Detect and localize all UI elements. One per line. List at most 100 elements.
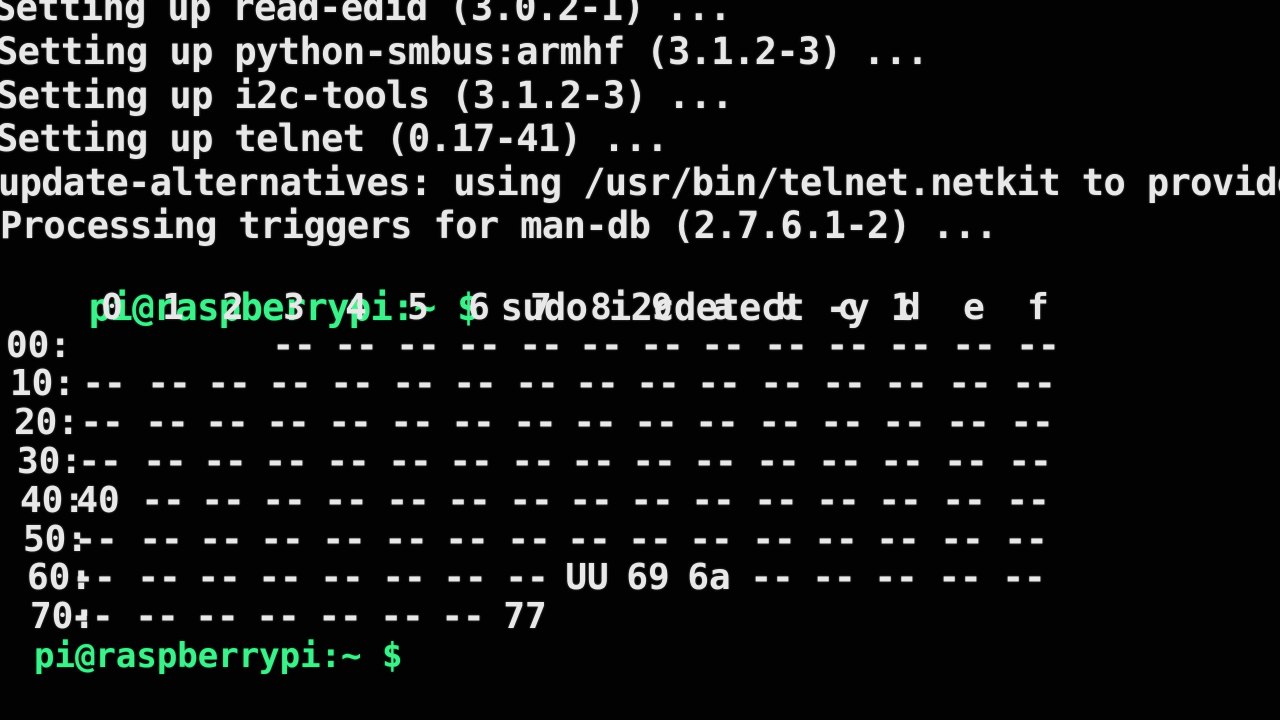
terminal-screen[interactable]: Setting up read-edid (3.0.2-1) ... Setti… [0,0,1280,720]
output-line: Processing triggers for man-db (2.7.6.1-… [0,204,998,247]
address-cell: -- [695,402,739,443]
address-cell: -- [268,363,312,404]
address-cell: -- [942,480,986,521]
address-cell: -- [818,441,862,482]
address-cell: -- [143,441,187,482]
output-line: update-alternatives: using /usr/bin/teln… [0,161,1280,204]
address-cell: -- [197,557,241,598]
address-cell: -- [752,519,796,560]
address-cell: -- [640,325,684,366]
address-cell: -- [392,363,436,404]
address-cell: -- [689,519,733,560]
address-cell: -- [756,441,800,482]
address-cell: -- [80,402,124,443]
column-header: c [837,287,859,328]
address-cell: -- [505,557,549,598]
address-cell: -- [701,325,745,366]
address-cell: -- [519,325,563,366]
address-cell: -- [948,363,992,404]
address-cell: -- [513,402,557,443]
address-cell: -- [693,441,737,482]
address-cell: -- [262,480,306,521]
address-cell: 69 [626,557,670,598]
address-cell: -- [380,596,424,637]
address-cell: -- [1004,519,1048,560]
output-line: Setting up telnet (0.17-41) ... [0,117,669,160]
column-header: 2 [222,287,244,328]
address-cell: -- [441,596,485,637]
address-cell: -- [1012,363,1056,404]
address-cell: -- [256,596,300,637]
address-cell: -- [691,480,735,521]
address-cell: -- [324,480,368,521]
output-line: Setting up read-edid (3.0.2-1) ... [0,0,732,29]
row-label: 20: [14,402,80,443]
address-cell: -- [443,557,487,598]
address-cell: -- [82,363,126,404]
address-cell: -- [145,402,189,443]
address-cell: -- [754,480,798,521]
output-line: Setting up python-smbus:armhf (3.1.2-3) … [0,30,929,73]
address-cell: -- [72,557,116,598]
address-cell: -- [884,363,928,404]
address-cell: -- [264,441,308,482]
address-cell: -- [628,519,672,560]
address-cell: -- [201,480,245,521]
address-cell: -- [882,402,926,443]
address-cell: -- [888,325,932,366]
address-cell: -- [1008,441,1052,482]
address-cell: -- [571,441,615,482]
address-cell: -- [569,480,613,521]
address-cell: -- [330,363,374,404]
address-cell: -- [334,325,378,366]
address-cell: -- [1016,325,1060,366]
address-cell: -- [78,441,122,482]
address-cell: -- [952,325,996,366]
address-cell: -- [199,519,243,560]
address-cell: -- [445,519,489,560]
address-cell: -- [135,596,179,637]
address-cell: -- [258,557,302,598]
address-cell: -- [207,363,251,404]
shell-prompt-final[interactable]: pi@raspberrypi:~ $ [34,636,402,676]
column-header: b [775,287,797,328]
output-line: Setting up i2c-tools (3.1.2-3) ... [0,74,734,117]
address-cell: -- [320,557,364,598]
address-cell: -- [266,402,310,443]
address-cell: -- [636,363,680,404]
column-header: f [1027,287,1049,328]
address-cell: -- [137,557,181,598]
column-header: a [712,287,734,328]
address-cell: -- [449,441,493,482]
address-cell: 40 [76,480,120,521]
address-cell: -- [328,402,372,443]
address-cell: -- [573,402,617,443]
address-cell: -- [382,557,426,598]
address-cell: -- [195,596,239,637]
address-cell: -- [874,557,918,598]
address-cell: -- [511,441,555,482]
address-cell: -- [74,519,118,560]
address-cell: -- [260,519,304,560]
address-cell: -- [826,325,870,366]
address-cell: -- [318,596,362,637]
address-cell: -- [384,519,428,560]
column-header: 3 [283,287,305,328]
address-cell: -- [946,402,990,443]
address-cell: 6a [687,557,731,598]
address-cell: -- [1002,557,1046,598]
address-cell: -- [451,402,495,443]
address-cell: -- [697,363,741,404]
address-cell: -- [760,363,804,404]
row-label: 10: [10,363,76,404]
address-cell: -- [814,519,858,560]
address-cell: -- [139,519,183,560]
column-header: 9 [651,287,673,328]
address-cell: -- [630,480,674,521]
address-cell: -- [575,363,619,404]
address-cell: 77 [503,596,547,637]
address-cell: -- [750,557,794,598]
address-cell: -- [272,325,316,366]
row-label: 00: [6,325,72,366]
address-cell: -- [940,519,984,560]
